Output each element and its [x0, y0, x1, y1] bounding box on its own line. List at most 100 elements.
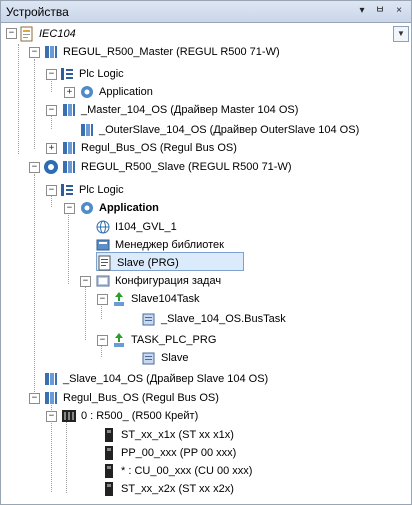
tree-line — [66, 421, 67, 493]
tree-label: Plc Logic — [79, 68, 124, 80]
tree-node-module[interactable]: ST_xx_x1x (ST xx x1x) — [101, 426, 234, 444]
tree-node-lib-manager[interactable]: Менеджер библиотек — [95, 236, 224, 254]
project-icon — [20, 26, 33, 42]
tree-label: REGUL_R500_Master (REGUL R500 71-W) — [63, 46, 280, 58]
module-icon — [105, 482, 113, 496]
tree-node-slave-bus[interactable]: Regul_Bus_OS (Regul Bus OS) — [43, 389, 219, 407]
tree-node-task-config[interactable]: Конфигурация задач — [95, 272, 221, 290]
collapse-toggle[interactable]: − — [46, 411, 57, 422]
tree-node-module[interactable]: ST_xx_x2x (ST xx x2x) — [101, 480, 234, 498]
close-button[interactable]: × — [392, 4, 406, 18]
globe-icon — [96, 220, 110, 234]
tree-node-outer-slave[interactable]: _OuterSlave_104_OS (Драйвер OuterSlave 1… — [79, 121, 359, 139]
tree-label: * : CU_00_xxx (CU 00 xxx) — [121, 465, 253, 477]
tree-label: _Slave_104_OS (Драйвер Slave 104 OS) — [63, 373, 269, 385]
tree-label: Конфигурация задач — [115, 275, 222, 287]
plc-device-icon — [45, 46, 57, 58]
collapse-toggle[interactable]: − — [80, 276, 91, 287]
panel-titlebar: Устройства ▾ ㅂ × — [1, 1, 411, 23]
module-icon — [105, 428, 113, 442]
tree-node-task1[interactable]: Slave104Task — [111, 290, 200, 308]
tree-label: IEC104 — [39, 28, 76, 40]
plc-logic-icon — [61, 68, 73, 80]
tree-label: Plc Logic — [79, 184, 124, 196]
collapse-toggle[interactable]: − — [29, 162, 40, 173]
tree-label: REGUL_R500_Slave (REGUL R500 71-W) — [81, 161, 292, 173]
tree-node-gvl[interactable]: I104_GVL_1 — [95, 218, 177, 236]
tree-label: Application — [99, 86, 153, 98]
tree-node-master-device[interactable]: REGUL_R500_Master (REGUL R500 71-W) — [43, 43, 280, 61]
library-icon — [96, 239, 110, 251]
module-icon — [105, 464, 113, 478]
tree-label: Slave104Task — [131, 293, 200, 305]
collapse-toggle[interactable]: − — [97, 294, 108, 305]
tree-line — [101, 345, 102, 357]
tree-node-module[interactable]: PP_00_xxx (PP 00 xxx) — [101, 444, 236, 462]
tree-node-crate[interactable]: 0 : R500_ (R500 Крейт) — [61, 407, 198, 425]
tree-label: Slave (PRG) — [117, 257, 179, 269]
tree-node-plc-logic[interactable]: Plc Logic — [59, 65, 124, 83]
tree-line — [85, 283, 86, 340]
tree-node-application[interactable]: Application — [79, 83, 153, 101]
program-icon — [98, 255, 111, 271]
collapse-toggle[interactable]: − — [64, 203, 75, 214]
tree-node-master-bus[interactable]: Regul_Bus_OS (Regul Bus OS) — [61, 139, 237, 157]
task-config-icon — [96, 275, 110, 287]
tree-node-slave-prg[interactable]: Slave (PRG) — [97, 254, 179, 272]
collapse-toggle[interactable]: − — [97, 335, 108, 346]
collapse-toggle[interactable]: − — [46, 69, 57, 80]
task-icon — [114, 292, 124, 306]
tree-node-slave-device[interactable]: REGUL_R500_Slave (REGUL R500 71-W) — [43, 158, 292, 176]
tree-line — [68, 210, 69, 284]
bus-icon — [63, 142, 75, 154]
plc-logic-icon — [61, 184, 73, 196]
tree-node-root[interactable]: IEC104 — [19, 25, 76, 43]
application-gear-icon — [81, 86, 93, 98]
tree-node-slave-104[interactable]: _Slave_104_OS (Драйвер Slave 104 OS) — [43, 370, 268, 388]
devices-panel: Устройства ▾ ㅂ × ▼ − IEC104 − REGUL_R500… — [0, 0, 412, 505]
tree-label: ST_xx_x2x (ST xx x2x) — [121, 483, 234, 495]
pin-button[interactable]: ㅂ — [373, 4, 387, 18]
tree-label: Менеджер библиотек — [115, 239, 224, 251]
tree-line — [34, 59, 35, 149]
collapse-toggle[interactable]: − — [29, 393, 40, 404]
tree-line — [34, 174, 35, 398]
tree-node-task2-item[interactable]: Slave — [141, 349, 189, 367]
collapse-toggle[interactable]: − — [46, 105, 57, 116]
tree-label: Application — [99, 202, 159, 214]
application-gear-icon — [81, 202, 93, 214]
program-call-icon — [142, 352, 155, 365]
panel-title: Устройства — [6, 5, 69, 19]
tree-label: Regul_Bus_OS (Regul Bus OS) — [63, 392, 219, 404]
tree-node-slave-application[interactable]: Application — [79, 199, 159, 217]
collapse-toggle[interactable]: − — [46, 185, 57, 196]
collapse-toggle[interactable]: − — [6, 28, 17, 39]
collapse-toggle[interactable]: − — [29, 47, 40, 58]
tree-node-master-104[interactable]: _Master_104_OS (Драйвер Master 104 OS) — [61, 101, 298, 119]
active-gear-icon — [44, 160, 58, 174]
driver-icon — [45, 373, 57, 385]
tree-label: Slave — [161, 352, 189, 364]
tree-node-task2[interactable]: TASK_PLC_PRG — [111, 331, 216, 349]
plc-device-icon — [63, 161, 75, 173]
tree-label: PP_00_xxx (PP 00 xxx) — [121, 447, 237, 459]
tree-node-module[interactable]: * : CU_00_xxx (CU 00 xxx) — [101, 462, 252, 480]
driver-icon — [63, 104, 75, 116]
tree-label: TASK_PLC_PRG — [131, 334, 217, 346]
tree-label: I104_GVL_1 — [115, 221, 177, 233]
tree-label: _Slave_104_OS.BusTask — [161, 313, 286, 325]
tree-node-task1-item[interactable]: _Slave_104_OS.BusTask — [141, 310, 286, 328]
tree-node-slave-plc-logic[interactable]: Plc Logic — [59, 181, 124, 199]
panel-menu-button[interactable]: ▾ — [355, 4, 369, 18]
driver-icon — [81, 124, 93, 136]
bus-icon — [45, 392, 57, 404]
tree-dropdown-button[interactable]: ▼ — [393, 26, 409, 42]
crate-icon — [62, 410, 76, 422]
expand-toggle[interactable]: + — [64, 87, 75, 98]
tree-label: 0 : R500_ (R500 Крейт) — [81, 410, 199, 422]
tree-line — [51, 114, 52, 129]
expand-toggle[interactable]: + — [46, 143, 57, 154]
tree-label: _Master_104_OS (Драйвер Master 104 OS) — [81, 104, 299, 116]
module-icon — [105, 446, 113, 460]
tree-line — [18, 44, 19, 154]
